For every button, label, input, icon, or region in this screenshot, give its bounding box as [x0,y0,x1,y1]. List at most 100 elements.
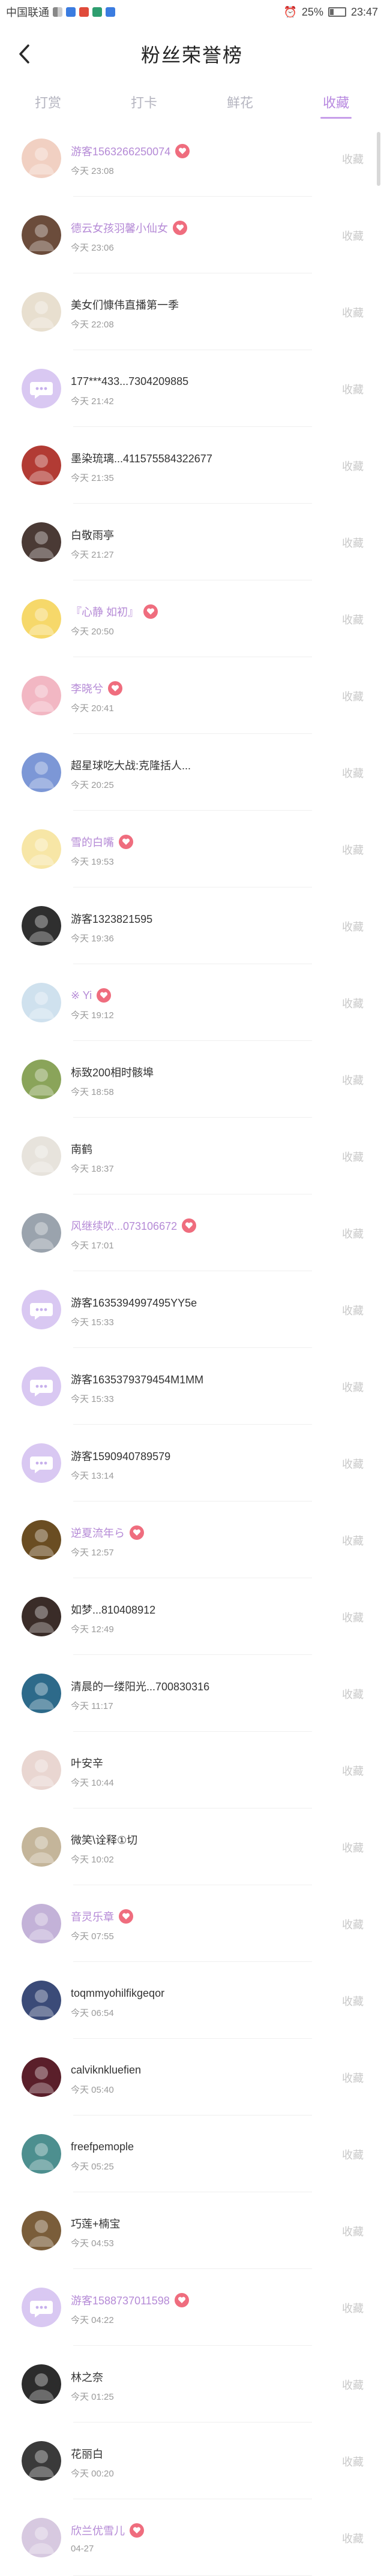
list-item[interactable]: 林之奈 今天 01:25 收藏 [0,2346,384,2422]
list-item[interactable]: 墨染琉璃...411575584322677 今天 21:35 收藏 [0,427,384,504]
collect-button[interactable]: 收藏 [342,1456,364,1471]
collect-button[interactable]: 收藏 [342,612,364,627]
collect-button[interactable]: 收藏 [342,765,364,781]
list-item[interactable]: 南鹤 今天 18:37 收藏 [0,1118,384,1194]
user-name[interactable]: 游客1590940789579 [71,1448,170,1464]
list-item[interactable]: ※ Yi 今天 19:12 收藏 [0,964,384,1041]
list-item[interactable]: 巧莲+楠宝 今天 04:53 收藏 [0,2192,384,2269]
user-name[interactable]: toqmmyohilfikgeqor [71,1987,164,2000]
collect-button[interactable]: 收藏 [342,1149,364,1164]
avatar[interactable] [22,215,61,255]
user-name[interactable]: 标致200相时骸埠 [71,1064,154,1080]
user-name[interactable]: 游客1323821595 [71,911,152,926]
collect-button[interactable]: 收藏 [342,2530,364,2546]
list-item[interactable]: 微笑\诠释①切 今天 10:02 收藏 [0,1808,384,1885]
collect-button[interactable]: 收藏 [342,995,364,1011]
user-name[interactable]: 逆夏流年ら [71,1525,125,1540]
user-name[interactable]: 游客1635379379454M1MM [71,1371,203,1387]
user-name[interactable]: calviknkluefien [71,2064,141,2077]
collect-button[interactable]: 收藏 [342,2147,364,2162]
user-name[interactable]: 墨染琉璃...411575584322677 [71,450,212,466]
collect-button[interactable]: 收藏 [342,1840,364,1855]
list-item[interactable]: 标致200相时骸埠 今天 18:58 收藏 [0,1041,384,1118]
avatar[interactable] [22,1136,61,1176]
list-item[interactable]: 游客1563266250074 今天 23:08 收藏 [0,120,384,197]
list-item[interactable]: freefpemople 今天 05:25 收藏 [0,2115,384,2192]
user-name[interactable]: 花丽白 [71,2446,103,2461]
list-item[interactable]: 逆夏流年ら 今天 12:57 收藏 [0,1501,384,1578]
collect-button[interactable]: 收藏 [342,842,364,857]
avatar[interactable] [22,1520,61,1560]
collect-button[interactable]: 收藏 [342,2223,364,2239]
user-name[interactable]: 177***433...7304209885 [71,375,188,388]
avatar[interactable] [22,2211,61,2250]
avatar[interactable] [22,1060,61,1099]
collect-button[interactable]: 收藏 [342,688,364,704]
list-item[interactable]: 李晓兮 今天 20:41 收藏 [0,657,384,734]
avatar[interactable] [22,753,61,792]
user-name[interactable]: 美女们慷伟直播第一季 [71,297,179,312]
collect-button[interactable]: 收藏 [342,1226,364,1241]
list-item[interactable]: 叶安辛 今天 10:44 收藏 [0,1732,384,1808]
back-button[interactable] [11,41,37,67]
avatar[interactable] [22,1827,61,1867]
user-name[interactable]: 如梦...810408912 [71,1602,155,1617]
avatar[interactable] [22,676,61,715]
avatar[interactable] [22,906,61,946]
avatar[interactable] [22,1674,61,1713]
list-item[interactable]: 白敬雨亭 今天 21:27 收藏 [0,504,384,580]
list-item[interactable]: 音灵乐章 今天 07:55 收藏 [0,1885,384,1962]
collect-button[interactable]: 收藏 [342,1609,364,1625]
avatar[interactable] [22,369,61,408]
list-item[interactable]: 游客1590940789579 今天 13:14 收藏 [0,1425,384,1501]
avatar[interactable] [22,829,61,869]
list-item[interactable]: 德云女孩羽馨小仙女 今天 23:06 收藏 [0,197,384,273]
collect-button[interactable]: 收藏 [342,305,364,320]
list-item[interactable]: 177***433...7304209885 今天 21:42 收藏 [0,350,384,427]
list-item[interactable]: 美女们慷伟直播第一季 今天 22:08 收藏 [0,273,384,350]
user-name[interactable]: 欣兰优雪儿 [71,2523,125,2538]
list-item[interactable]: 清晨的一缕阳光...700830316 今天 11:17 收藏 [0,1655,384,1732]
user-name[interactable]: 风继续吹...073106672 [71,1218,177,1233]
collect-button[interactable]: 收藏 [342,1072,364,1088]
collect-button[interactable]: 收藏 [342,1916,364,1932]
avatar[interactable] [22,599,61,639]
tab-flowers[interactable]: 鲜花 [221,88,259,116]
user-name[interactable]: 『心静 如初』 [71,604,139,619]
user-name[interactable]: freefpemople [71,2141,134,2153]
list-item[interactable]: 花丽白 今天 00:20 收藏 [0,2422,384,2499]
avatar[interactable] [22,446,61,485]
avatar[interactable] [22,1597,61,1636]
collect-button[interactable]: 收藏 [342,1533,364,1548]
collect-button[interactable]: 收藏 [342,1686,364,1702]
list-item[interactable]: 超星球吃大战:克隆括人... 今天 20:25 收藏 [0,734,384,811]
avatar[interactable] [22,2134,61,2174]
avatar[interactable] [22,2441,61,2481]
user-name[interactable]: 清晨的一缕阳光...700830316 [71,1678,209,1694]
avatar[interactable] [22,983,61,1022]
collect-button[interactable]: 收藏 [342,1379,364,1395]
avatar[interactable] [22,1213,61,1253]
avatar[interactable] [22,1981,61,2020]
user-name[interactable]: 白敬雨亭 [71,527,114,543]
user-name[interactable]: 雪的白嘴 [71,834,114,850]
collect-button[interactable]: 收藏 [342,381,364,397]
avatar[interactable] [22,1367,61,1406]
avatar[interactable] [22,2518,61,2557]
avatar[interactable] [22,522,61,562]
collect-button[interactable]: 收藏 [342,1763,364,1778]
tab-reward[interactable]: 打赏 [29,88,67,116]
list-item[interactable]: toqmmyohilfikgeqor 今天 06:54 收藏 [0,1962,384,2039]
user-name[interactable]: 叶安辛 [71,1755,103,1771]
avatar[interactable] [22,1904,61,1943]
list-item[interactable]: 如梦...810408912 今天 12:49 收藏 [0,1578,384,1655]
user-name[interactable]: 游客1563266250074 [71,143,170,159]
user-name[interactable]: 德云女孩羽馨小仙女 [71,220,168,236]
collect-button[interactable]: 收藏 [342,228,364,243]
avatar[interactable] [22,139,61,178]
user-name[interactable]: 游客1635394997495YY5e [71,1295,197,1310]
avatar[interactable] [22,1443,61,1483]
user-name[interactable]: 李晓兮 [71,681,103,696]
list-item[interactable]: 欣兰优雪儿 04-27 收藏 [0,2499,384,2576]
avatar[interactable] [22,292,61,332]
